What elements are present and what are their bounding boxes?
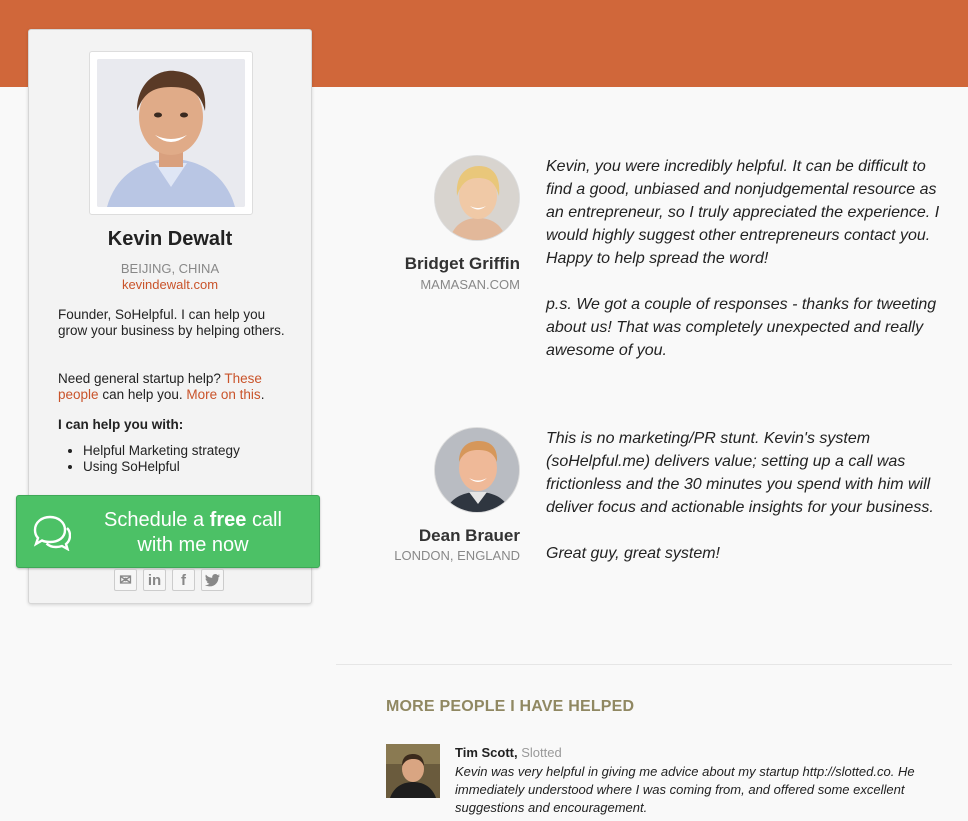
help-heading: I can help you with: — [58, 417, 184, 432]
twitter-icon[interactable] — [201, 569, 224, 591]
facebook-icon[interactable]: f — [172, 569, 195, 591]
helped-person-quote: Kevin was very helpful in giving me advi… — [455, 764, 915, 815]
cta-text-before: Schedule a — [104, 509, 205, 531]
testimonial-location: LONDON, ENGLAND — [394, 548, 520, 563]
testimonial-paragraph: p.s. We got a couple of responses - than… — [546, 296, 937, 359]
help-prefix: Need general startup help? — [58, 371, 221, 386]
testimonial-text: Kevin, you were incredibly helpful. It c… — [546, 155, 946, 362]
help-list: Helpful Marketing strategy Using SoHelpf… — [83, 443, 240, 475]
linkedin-icon[interactable]: in — [143, 569, 166, 591]
speech-bubbles-icon — [33, 515, 71, 551]
help-suffix: . — [260, 387, 265, 402]
email-icon[interactable]: ✉ — [114, 569, 137, 591]
helped-company: Slotted — [521, 745, 562, 760]
profile-name: Kevin Dewalt — [107, 228, 233, 250]
social-links: ✉ in f — [114, 569, 224, 591]
section-divider — [336, 664, 952, 665]
profile-photo-frame — [89, 51, 253, 215]
helped-person-name: Tim Scott, Slotted — [455, 745, 562, 760]
testimonial-paragraph: Great guy, great system! — [546, 545, 720, 562]
testimonial-name: Dean Brauer — [418, 526, 520, 545]
testimonial-avatar-dean — [434, 427, 520, 513]
profile-website-link[interactable]: kevindewalt.com — [29, 277, 311, 292]
help-middle: can help you. — [102, 387, 183, 402]
testimonial-company: MAMASAN.COM — [420, 277, 520, 292]
helped-person-avatar — [386, 744, 440, 798]
more-people-heading: MORE PEOPLE I HAVE HELPED — [386, 698, 635, 715]
testimonial-paragraph: This is no marketing/PR stunt. Kevin's s… — [546, 430, 934, 516]
profile-location: BEIJING, CHINA — [120, 261, 220, 276]
help-item: Using SoHelpful — [83, 459, 240, 475]
testimonial-name: Bridget Griffin — [404, 254, 520, 273]
cta-text-after: call — [251, 509, 282, 531]
more-on-this-link[interactable]: More on this — [186, 387, 260, 402]
help-item: Helpful Marketing strategy — [83, 443, 240, 459]
cta-text-line2: with me now — [137, 534, 249, 556]
general-help-text: Need general startup help? These people … — [58, 371, 292, 403]
profile-bio: Founder, SoHelpful. I can help you grow … — [58, 307, 285, 338]
testimonial-avatar-bridget — [434, 155, 520, 241]
profile-photo — [97, 59, 245, 207]
testimonial-paragraph: Kevin, you were incredibly helpful. It c… — [546, 158, 940, 267]
schedule-call-label: Schedule a free call with me now — [85, 508, 301, 558]
schedule-call-button[interactable]: Schedule a free call with me now — [16, 495, 320, 568]
helped-name-text: Tim Scott, — [455, 745, 518, 760]
testimonial-text: This is no marketing/PR stunt. Kevin's s… — [546, 427, 946, 565]
cta-text-bold: free — [209, 509, 247, 531]
